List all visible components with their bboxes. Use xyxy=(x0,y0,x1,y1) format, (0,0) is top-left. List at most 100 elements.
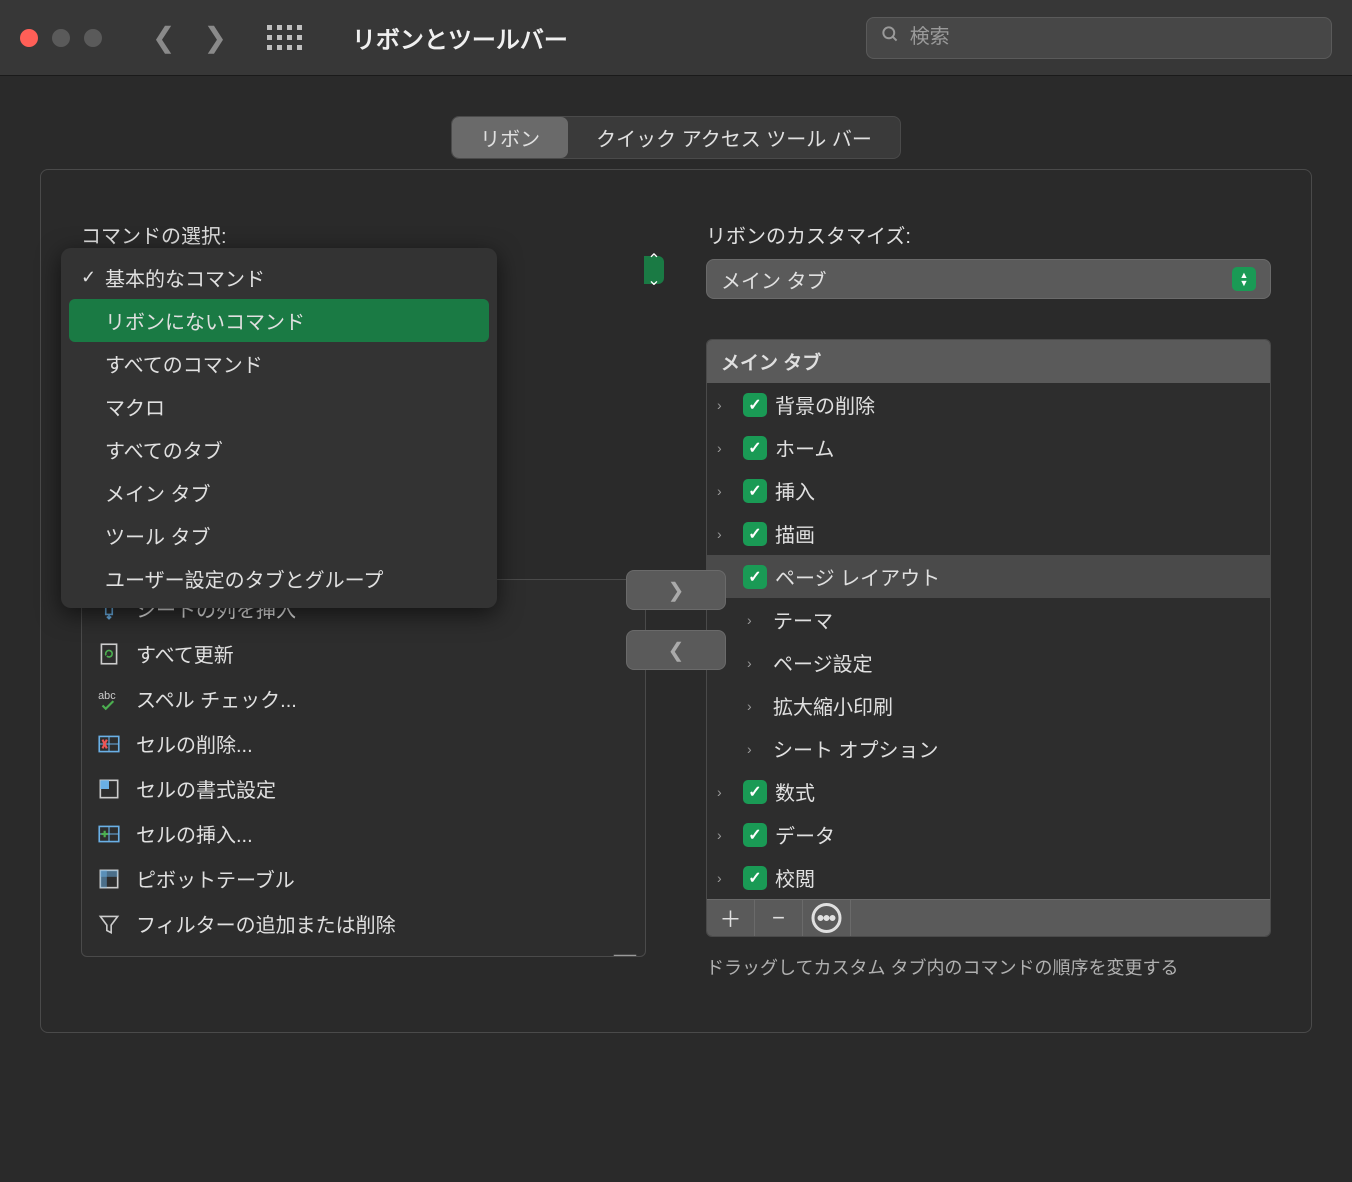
dropdown-item-label: ツール タブ xyxy=(105,521,211,550)
apps-grid-icon[interactable] xyxy=(267,25,302,50)
close-button[interactable] xyxy=(20,29,38,47)
dropdown-item-label: マクロ xyxy=(105,392,165,421)
commands-column: コマンドの選択: ⌃⌄ ✓基本的なコマンド ✓リボンにないコマンド すべてのコマ… xyxy=(81,220,646,982)
search-field[interactable] xyxy=(866,17,1332,59)
segmented-tabs: リボン クイック アクセス ツール バー xyxy=(20,116,1332,159)
chevron-right-icon[interactable]: › xyxy=(717,440,735,456)
tree-item[interactable]: › ✓ 校閲 xyxy=(707,856,1270,899)
maximize-button[interactable] xyxy=(84,29,102,47)
checkbox[interactable]: ✓ xyxy=(743,780,767,804)
drag-hint: ドラッグしてカスタム タブ内のコマンドの順序を変更する xyxy=(706,955,1271,982)
checkbox[interactable]: ✓ xyxy=(743,866,767,890)
tree-subitem[interactable]: › ページ設定 xyxy=(707,641,1270,684)
tree-item-label: 校閲 xyxy=(775,863,815,892)
command-item[interactable]: フィルターの追加または削除 xyxy=(82,901,645,946)
back-button[interactable]: ❮ xyxy=(152,21,175,54)
dropdown-item-custom[interactable]: ユーザー設定のタブとグループ xyxy=(69,557,489,600)
tree-item-label: 挿入 xyxy=(775,476,815,505)
add-to-ribbon-button[interactable]: ❯ xyxy=(626,570,726,610)
tree-subitem[interactable]: › テーマ xyxy=(707,598,1270,641)
settings-button[interactable] xyxy=(803,900,851,936)
search-input[interactable] xyxy=(910,26,1317,49)
tree-item[interactable]: ⌄✓ページ レイアウト xyxy=(707,555,1270,598)
command-item[interactable]: セルの削除... xyxy=(82,721,645,766)
tree-body[interactable]: ›✓背景の削除›✓ホーム›✓挿入›✓描画⌄✓ページ レイアウト›テーマ›ページ設… xyxy=(707,383,1270,899)
add-button[interactable]: ＋ xyxy=(707,900,755,936)
dropdown-item-basic[interactable]: ✓基本的なコマンド xyxy=(69,256,489,299)
tree-subitem-label: テーマ xyxy=(773,605,833,634)
dropdown-item-label: リボンにないコマンド xyxy=(105,306,305,335)
format-cell-icon xyxy=(96,776,122,802)
chevron-right-icon[interactable]: › xyxy=(747,741,765,757)
chevron-right-icon[interactable]: › xyxy=(717,784,735,800)
tree-subitem[interactable]: › シート オプション xyxy=(707,727,1270,770)
tree-item[interactable]: ›✓背景の削除 xyxy=(707,383,1270,426)
tree-subitem-label: シート オプション xyxy=(773,734,939,763)
chevron-right-icon[interactable]: › xyxy=(717,870,735,886)
content: リボン クイック アクセス ツール バー コマンドの選択: ⌃⌄ ✓基本的なコマ… xyxy=(0,76,1352,1033)
dropdown-indicator-icon: I xyxy=(613,954,637,957)
dropdown-item-macro[interactable]: マクロ xyxy=(69,385,489,428)
command-item[interactable]: ピボットテーブル xyxy=(82,856,645,901)
tree-header: メイン タブ xyxy=(707,340,1270,383)
window-title: リボンとツールバー xyxy=(352,20,568,55)
dropdown-item-not-in-ribbon[interactable]: ✓リボンにないコマンド xyxy=(69,299,489,342)
tree-item[interactable]: › ✓ データ xyxy=(707,813,1270,856)
checkbox[interactable]: ✓ xyxy=(743,823,767,847)
tree-item[interactable]: › ✓ 数式 xyxy=(707,770,1270,813)
command-item[interactable]: セルの書式設定 xyxy=(82,766,645,811)
tab-qat[interactable]: クイック アクセス ツール バー xyxy=(568,117,900,158)
customize-label: リボンのカスタマイズ: xyxy=(706,220,1271,249)
delete-cell-icon xyxy=(96,731,122,757)
tree-subitem-label: ページ設定 xyxy=(773,648,873,677)
chevron-right-icon[interactable]: › xyxy=(717,483,735,499)
command-item[interactable]: セルの挿入... xyxy=(82,811,645,856)
chevron-right-icon[interactable]: › xyxy=(717,526,735,542)
insert-cell-icon xyxy=(96,821,122,847)
tab-ribbon[interactable]: リボン xyxy=(452,117,568,158)
remove-button[interactable]: − xyxy=(755,900,803,936)
chevron-right-icon[interactable]: › xyxy=(747,612,765,628)
tree-item-label: 数式 xyxy=(775,777,815,806)
chevron-right-icon[interactable]: › xyxy=(747,698,765,714)
chevron-right-icon[interactable]: › xyxy=(717,397,735,413)
tree-subitem[interactable]: › 拡大縮小印刷 xyxy=(707,684,1270,727)
titlebar: ❮ ❯ リボンとツールバー xyxy=(0,0,1352,76)
main-panel: コマンドの選択: ⌃⌄ ✓基本的なコマンド ✓リボンにないコマンド すべてのコマ… xyxy=(40,169,1312,1033)
command-item[interactable]: abc スペル チェック... xyxy=(82,676,645,721)
pivot-table-icon xyxy=(96,866,122,892)
checkbox[interactable]: ✓ xyxy=(743,565,767,589)
commands-label: コマンドの選択: xyxy=(81,220,646,249)
dropdown-item-all-commands[interactable]: すべてのコマンド xyxy=(69,342,489,385)
select-arrows-icon: ▲▼ xyxy=(1232,267,1256,291)
chevron-right-icon[interactable]: › xyxy=(747,655,765,671)
tree-item[interactable]: › ✓ ホーム xyxy=(707,426,1270,469)
forward-button[interactable]: ❯ xyxy=(203,21,226,54)
command-label: スペル チェック... xyxy=(136,684,637,713)
remove-from-ribbon-button[interactable]: ❮ xyxy=(626,630,726,670)
checkbox[interactable]: ✓ xyxy=(743,393,767,417)
dropdown-item-all-tabs[interactable]: すべてのタブ xyxy=(69,428,489,471)
commands-list[interactable]: シートの列を挿入 すべて更新 abc スペル チェック... セルの削除... xyxy=(81,579,646,957)
tree-item-label: データ xyxy=(775,820,835,849)
customize-select[interactable]: メイン タブ ▲▼ xyxy=(706,259,1271,299)
command-label: セルの書式設定 xyxy=(136,774,637,803)
tree-item[interactable]: ›✓描画 xyxy=(707,512,1270,555)
minimize-button[interactable] xyxy=(52,29,70,47)
checkbox[interactable]: ✓ xyxy=(743,436,767,460)
dropdown-item-tool-tabs[interactable]: ツール タブ xyxy=(69,514,489,557)
chevron-right-icon[interactable]: › xyxy=(717,827,735,843)
select-arrows-icon[interactable]: ⌃⌄ xyxy=(644,256,664,284)
command-item[interactable]: フォント I xyxy=(82,946,645,957)
select-value: メイン タブ xyxy=(721,265,827,294)
tree-subitem-label: 拡大縮小印刷 xyxy=(773,691,893,720)
command-item[interactable]: すべて更新 xyxy=(82,631,645,676)
tree-item-label: ホーム xyxy=(775,433,834,462)
tree-item[interactable]: › ✓ 挿入 xyxy=(707,469,1270,512)
dropdown-item-main-tabs[interactable]: メイン タブ xyxy=(69,471,489,514)
transfer-buttons: ❯ ❮ xyxy=(626,570,726,670)
command-label: フィルターの追加または削除 xyxy=(136,909,637,938)
checkbox[interactable]: ✓ xyxy=(743,479,767,503)
checkbox[interactable]: ✓ xyxy=(743,522,767,546)
tree-item-label: ページ レイアウト xyxy=(775,562,940,591)
